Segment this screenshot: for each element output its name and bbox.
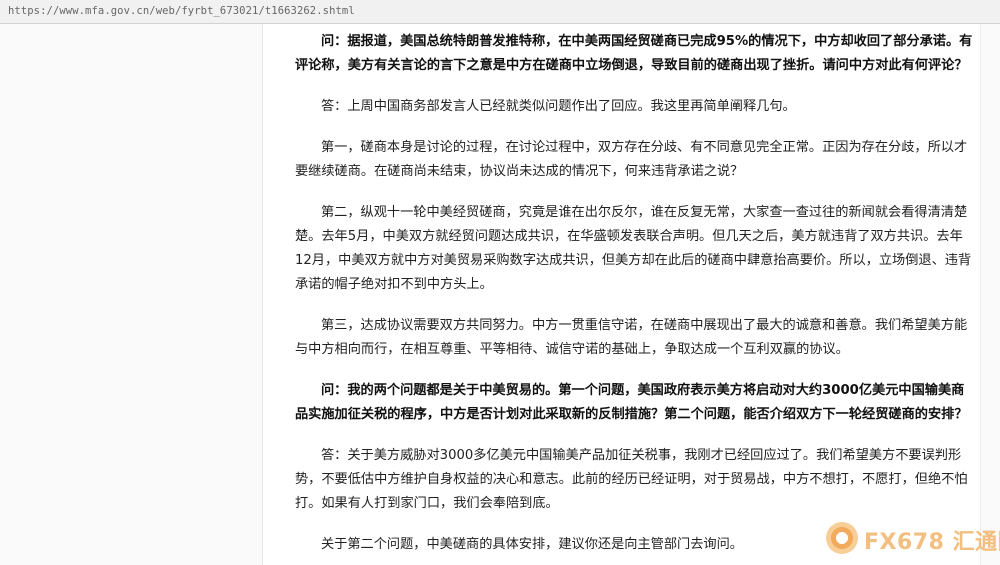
fx678-logo-icon [826, 522, 858, 554]
question-paragraph: 问：据报道，美国总统特朗普发推特称，在中美两国经贸磋商已完成95%的情况下，中方… [295, 34, 973, 73]
url-text: https://www.mfa.gov.cn/web/fyrbt_673021/… [8, 5, 355, 17]
address-bar[interactable]: https://www.mfa.gov.cn/web/fyrbt_673021/… [0, 0, 1000, 24]
answer-paragraph: 第二，纵观十一轮中美经贸磋商，究竟是谁在出尔反尔，谁在反复无常，大家查一查过往的… [295, 205, 972, 292]
left-blank-pane [0, 24, 263, 565]
right-blank-pane [980, 24, 1000, 565]
question-paragraph: 问：我的两个问题都是关于中美贸易的。第一个问题，美国政府表示美方将启动对大约30… [295, 383, 968, 422]
answer-paragraph: 第一，磋商本身是讨论的过程，在讨论过程中，双方存在分歧、有不同意见完全正常。正因… [295, 140, 968, 179]
answer-paragraph: 答：上周中国商务部发言人已经就类似问题作出了回应。我这里再简单阐释几句。 [321, 99, 796, 114]
answer-paragraph: 答：关于美方威胁对3000多亿美元中国输美产品加征关税事，我刚才已经回应过了。我… [295, 448, 968, 511]
answer-paragraph: 第三，达成协议需要双方共同努力。中方一贯重信守诺，在磋商中展现出了最大的诚意和善… [295, 318, 968, 357]
watermark-text: FX678 汇通网 [864, 530, 1000, 555]
watermark: FX678 汇通网 [826, 520, 1000, 555]
article-body: 问：据报道，美国总统特朗普发推特称，在中美两国经贸磋商已完成95%的情况下，中方… [295, 30, 975, 557]
